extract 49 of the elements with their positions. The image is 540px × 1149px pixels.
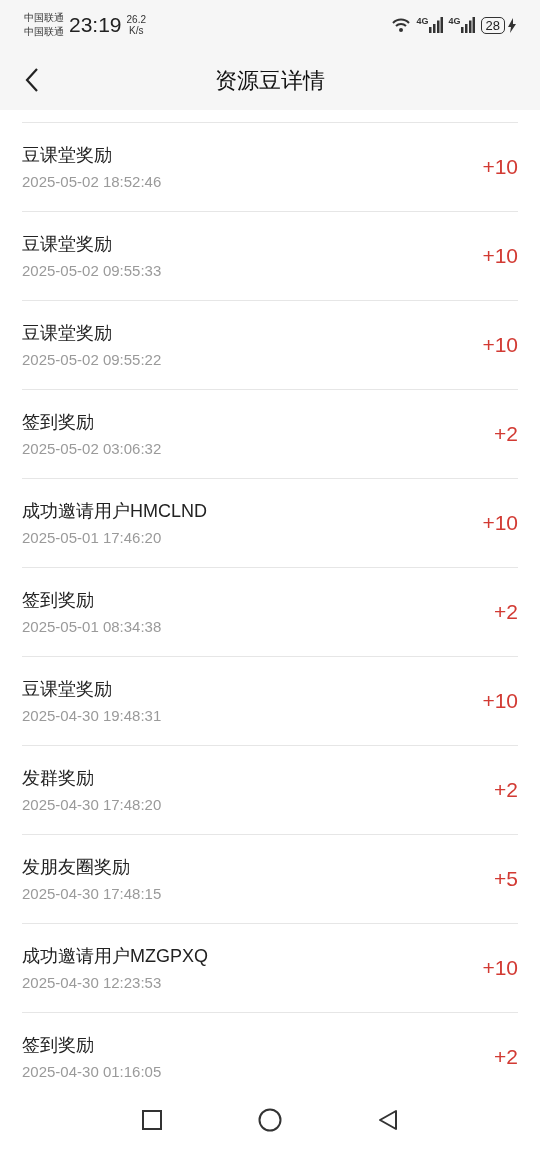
signal-icon <box>460 17 475 33</box>
record-title: 发群奖励 <box>22 767 95 790</box>
signal-icon <box>428 17 443 33</box>
wifi-icon <box>390 17 411 33</box>
back-nav-icon[interactable] <box>378 1108 398 1131</box>
carrier-name: 中国联通 <box>24 11 64 25</box>
record-time: 2025-05-02 18:52:46 <box>22 172 163 192</box>
home-icon[interactable] <box>258 1107 282 1132</box>
record-title: 豆课堂奖励 <box>22 678 113 701</box>
record-time: 2025-05-01 08:34:38 <box>22 617 163 637</box>
record-amount: +2 <box>494 777 518 804</box>
record-time: 2025-05-02 09:55:33 <box>22 261 163 281</box>
record-title: 豆课堂奖励 <box>22 233 113 256</box>
record-time: 2025-04-30 01:16:05 <box>22 1062 163 1082</box>
record-title: 签到奖励 <box>22 1034 95 1057</box>
network-type: 4G <box>416 17 429 26</box>
record-title: 签到奖励 <box>22 589 95 612</box>
record-time: 2025-04-30 17:48:15 <box>22 884 163 904</box>
network-speed: 26.2 <box>126 14 147 25</box>
record-title: 签到奖励 <box>22 411 95 434</box>
record-title: 成功邀请用户MZGPXQ <box>22 945 209 968</box>
record-time: 2025-04-30 12:23:53 <box>22 973 163 993</box>
record-amount: +10 <box>482 510 518 537</box>
network-type: 4G <box>448 17 461 26</box>
record-amount: +10 <box>482 332 518 359</box>
record-amount: +10 <box>482 243 518 270</box>
record-amount: +2 <box>494 1044 518 1071</box>
record-title: 成功邀请用户HMCLND <box>22 500 208 523</box>
network-speed-unit: K/s <box>129 25 144 36</box>
back-icon <box>25 67 39 93</box>
record-amount: +2 <box>494 421 518 448</box>
record-time: 2025-04-30 19:48:31 <box>22 706 163 726</box>
record-time: 2025-04-30 17:48:20 <box>22 795 163 815</box>
record-time: 2025-05-02 03:06:32 <box>22 439 163 459</box>
record-time: 2025-05-01 17:46:20 <box>22 528 163 548</box>
recents-icon[interactable] <box>142 1109 162 1130</box>
record-amount: +10 <box>482 154 518 181</box>
status-time: 23:19 <box>69 12 122 39</box>
record-time: 2025-05-02 09:55:22 <box>22 350 163 370</box>
carrier-name: 中国联通 <box>24 25 64 39</box>
record-title: 豆课堂奖励 <box>22 322 113 345</box>
record-amount: +2 <box>494 599 518 626</box>
page-title: 资源豆详情 <box>215 66 325 95</box>
record-amount: +10 <box>482 955 518 982</box>
battery-icon: 28 <box>480 16 505 34</box>
record-amount: +10 <box>482 688 518 715</box>
record-amount: +5 <box>494 866 518 893</box>
record-title: 豆课堂奖励 <box>22 144 113 167</box>
record-title: 发朋友圈奖励 <box>22 856 131 879</box>
